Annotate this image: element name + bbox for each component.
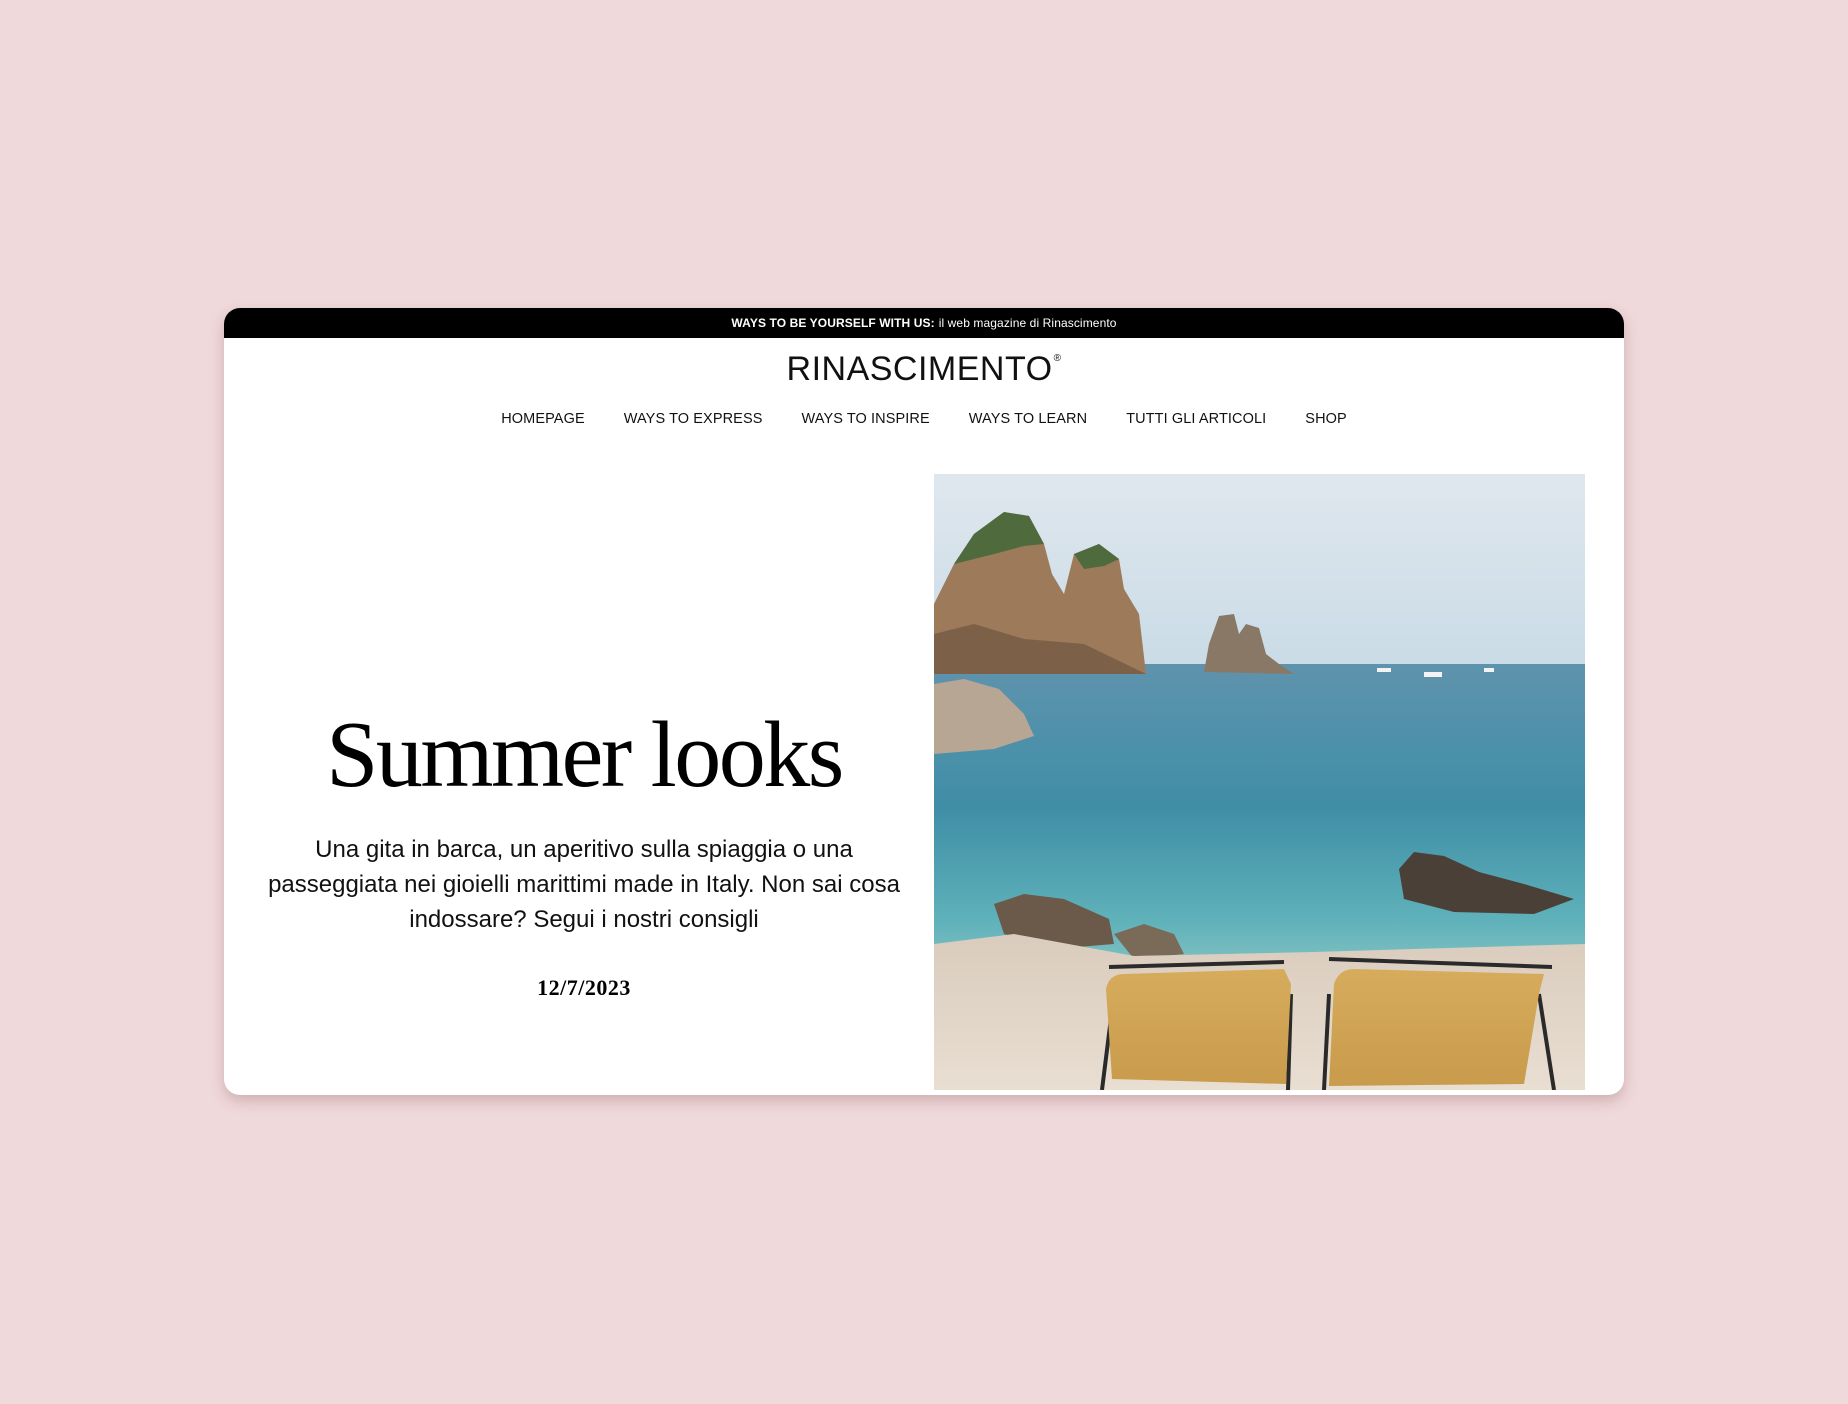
brand-logo[interactable]: RINASCIMENTO® (224, 352, 1624, 386)
hero-title[interactable]: Summer looks (264, 708, 904, 802)
registered-mark: ® (1053, 353, 1062, 364)
browser-page: WAYS TO BE YOURSELF WITH US: il web maga… (224, 308, 1624, 1095)
promo-text: il web magazine di Rinascimento (938, 316, 1117, 330)
hero-date: 12/7/2023 (537, 975, 631, 1000)
promo-bar: WAYS TO BE YOURSELF WITH US: il web maga… (224, 308, 1624, 338)
main-nav: HOMEPAGE WAYS TO EXPRESS WAYS TO INSPIRE… (224, 411, 1624, 427)
beach-photo (934, 474, 1585, 1090)
nav-item-ways-to-learn[interactable]: WAYS TO LEARN (969, 411, 1087, 427)
nav-item-homepage[interactable]: HOMEPAGE (501, 411, 585, 427)
nav-item-tutti-gli-articoli[interactable]: TUTTI GLI ARTICOLI (1126, 411, 1266, 427)
nav-item-ways-to-express[interactable]: WAYS TO EXPRESS (624, 411, 763, 427)
nav-item-ways-to-inspire[interactable]: WAYS TO INSPIRE (802, 411, 930, 427)
hero-subtitle: Una gita in barca, un aperitivo sulla sp… (268, 836, 900, 933)
brand-logo-text: RINASCIMENTO (786, 350, 1053, 388)
hero-image[interactable] (934, 474, 1585, 1090)
promo-strong-text: WAYS TO BE YOURSELF WITH US: (731, 316, 935, 330)
hero-text-block: Summer looks Una gita in barca, un aperi… (264, 708, 904, 1001)
nav-item-shop[interactable]: SHOP (1305, 411, 1347, 427)
